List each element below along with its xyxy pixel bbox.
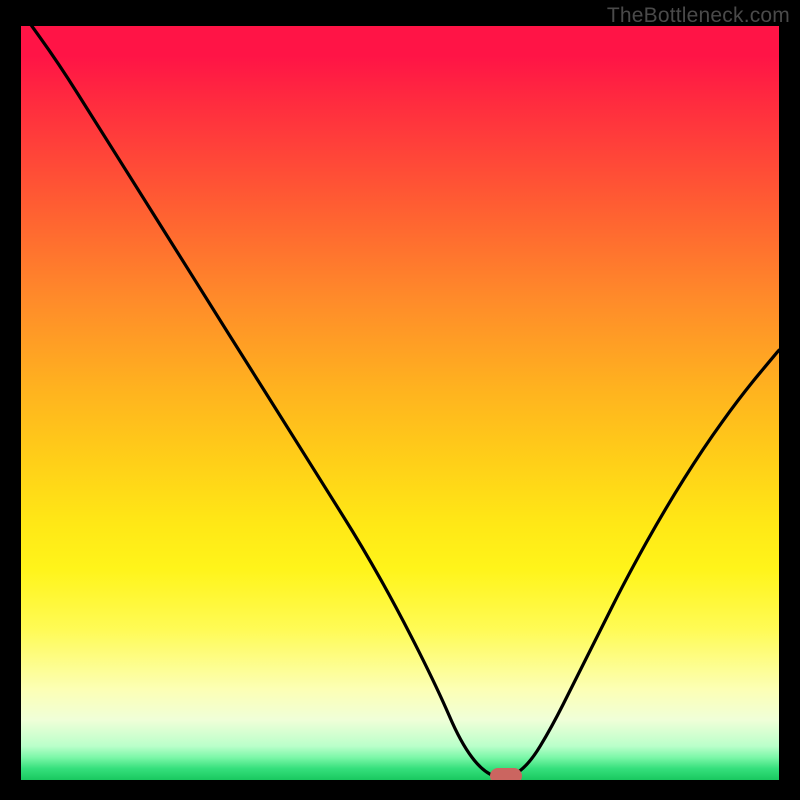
plot-area xyxy=(21,26,779,780)
curve-path xyxy=(21,26,779,777)
bottleneck-curve xyxy=(21,26,779,780)
watermark-text: TheBottleneck.com xyxy=(607,4,790,28)
optimal-point-marker xyxy=(490,768,522,780)
chart-frame: TheBottleneck.com xyxy=(0,0,800,800)
